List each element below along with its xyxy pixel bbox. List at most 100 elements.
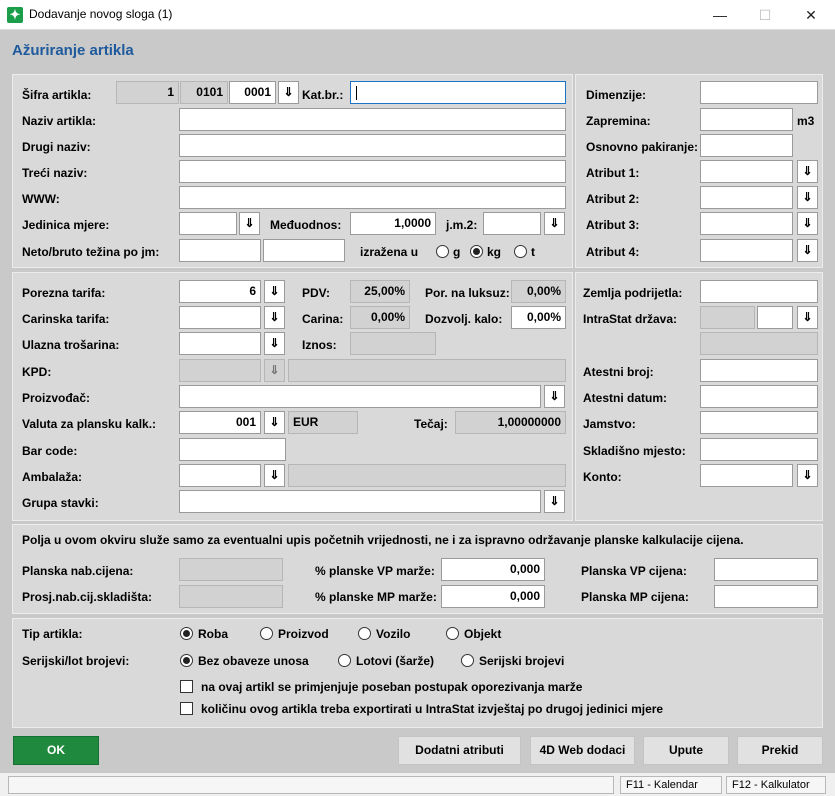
close-button[interactable]: ✕ <box>788 0 834 30</box>
dimenzije-label: Dimenzije: <box>586 88 647 102</box>
naziv-input[interactable] <box>179 108 566 131</box>
ambalaza-dropdown-icon[interactable]: ⇓ <box>264 464 285 487</box>
intrastat-dropdown-icon[interactable]: ⇓ <box>797 306 818 329</box>
atribut1-input[interactable] <box>700 160 793 183</box>
serijski-bez-radio[interactable] <box>180 654 193 667</box>
zemlja-input[interactable] <box>700 280 818 303</box>
atribut3-input[interactable] <box>700 212 793 235</box>
porezna-tarifa-input[interactable]: 6 <box>179 280 261 303</box>
porezna-tarifa-label: Porezna tarifa: <box>22 286 106 300</box>
dodatni-atributi-button[interactable]: Dodatni atributi <box>398 736 521 765</box>
valuta-name-field: EUR <box>288 411 358 434</box>
serijski-bez-label: Bez obaveze unosa <box>198 654 309 668</box>
tip-artikla-label: Tip artikla: <box>22 627 83 641</box>
jedinica-mjere-dropdown-icon[interactable]: ⇓ <box>239 212 260 235</box>
drugi-naziv-input[interactable] <box>179 134 566 157</box>
web-dodaci-button[interactable]: 4D Web dodaci <box>530 736 635 765</box>
dimenzije-input[interactable] <box>700 81 818 104</box>
atribut3-dropdown-icon[interactable]: ⇓ <box>797 212 818 235</box>
ambalaza-input[interactable] <box>179 464 261 487</box>
tecaj-label: Tečaj: <box>414 417 448 431</box>
jm2-input[interactable] <box>483 212 541 235</box>
vp-marza-input[interactable]: 0,000 <box>441 558 545 581</box>
konto-dropdown-icon[interactable]: ⇓ <box>797 464 818 487</box>
atestni-broj-label: Atestni broj: <box>583 365 654 379</box>
konto-input[interactable] <box>700 464 793 487</box>
grupa-stavki-input[interactable] <box>179 490 541 513</box>
jamstvo-input[interactable] <box>700 411 818 434</box>
proizvodjac-input[interactable] <box>179 385 541 408</box>
treci-naziv-input[interactable] <box>179 160 566 183</box>
barcode-input[interactable] <box>179 438 286 461</box>
tip-roba-radio[interactable] <box>180 627 193 640</box>
tip-objekt-label: Objekt <box>464 627 502 641</box>
jm2-dropdown-icon[interactable]: ⇓ <box>544 212 565 235</box>
atribut4-input[interactable] <box>700 239 793 262</box>
proizvodjac-label: Proizvođač: <box>22 391 91 405</box>
zapremina-input[interactable] <box>700 108 793 131</box>
mp-marza-input[interactable]: 0,000 <box>441 585 545 608</box>
intrastat-input[interactable] <box>757 306 793 329</box>
medjuodnos-label: Međuodnos: <box>270 218 342 232</box>
www-label: WWW: <box>22 192 60 206</box>
valuta-label: Valuta za plansku kalk.: <box>22 417 157 431</box>
ambalaza-description-field <box>288 464 566 487</box>
neto-tezina-input[interactable] <box>179 239 261 262</box>
sifra-dropdown-icon[interactable]: ⇓ <box>278 81 299 104</box>
maximize-button[interactable]: ☐ <box>742 0 788 30</box>
atestni-broj-input[interactable] <box>700 359 818 382</box>
proizvodjac-dropdown-icon[interactable]: ⇓ <box>544 385 565 408</box>
atribut1-label: Atribut 1: <box>586 166 640 180</box>
minimize-button[interactable]: — <box>697 0 743 30</box>
kalo-label: Dozvolj. kalo: <box>425 312 503 326</box>
unit-t-label: t <box>531 245 535 259</box>
katbr-label: Kat.br.: <box>302 88 344 102</box>
valuta-input[interactable]: 001 <box>179 411 261 434</box>
marza-oporezivanje-checkbox[interactable] <box>180 680 193 693</box>
serijski-lotovi-radio[interactable] <box>338 654 351 667</box>
drugi-naziv-label: Drugi naziv: <box>22 140 91 154</box>
tip-objekt-radio[interactable] <box>446 627 459 640</box>
grupa-stavki-label: Grupa stavki: <box>22 496 99 510</box>
unit-kg-radio[interactable] <box>470 245 483 258</box>
bruto-tezina-input[interactable] <box>263 239 345 262</box>
pakiranje-input[interactable] <box>700 134 793 157</box>
atribut2-dropdown-icon[interactable]: ⇓ <box>797 186 818 209</box>
atribut1-dropdown-icon[interactable]: ⇓ <box>797 160 818 183</box>
tip-proizvod-radio[interactable] <box>260 627 273 640</box>
ok-button[interactable]: OK <box>13 736 99 765</box>
mp-cijena-input[interactable] <box>714 585 818 608</box>
sifra-part3-field[interactable]: 0001 <box>229 81 276 104</box>
katbr-input[interactable] <box>350 81 566 104</box>
skladisno-input[interactable] <box>700 438 818 461</box>
vp-cijena-input[interactable] <box>714 558 818 581</box>
atribut4-dropdown-icon[interactable]: ⇓ <box>797 239 818 262</box>
tip-vozilo-radio[interactable] <box>358 627 371 640</box>
medjuodnos-input[interactable]: 1,0000 <box>350 212 436 235</box>
upute-button[interactable]: Upute <box>643 736 729 765</box>
valuta-dropdown-icon[interactable]: ⇓ <box>264 411 285 434</box>
atestni-datum-input[interactable] <box>700 385 818 408</box>
atribut2-input[interactable] <box>700 186 793 209</box>
kalo-input[interactable]: 0,00% <box>511 306 566 329</box>
carinska-tarifa-dropdown-icon[interactable]: ⇓ <box>264 306 285 329</box>
jedinica-mjere-input[interactable] <box>179 212 237 235</box>
konto-label: Konto: <box>583 470 622 484</box>
prekid-button[interactable]: Prekid <box>737 736 823 765</box>
grupa-stavki-dropdown-icon[interactable]: ⇓ <box>544 490 565 513</box>
status-f12[interactable]: F12 - Kalkulator <box>726 776 826 794</box>
intrastat-export-checkbox[interactable] <box>180 702 193 715</box>
zemlja-label: Zemlja podrijetla: <box>583 286 683 300</box>
sifra-part2-field: 0101 <box>180 81 228 104</box>
unit-t-radio[interactable] <box>514 245 527 258</box>
porezna-tarifa-dropdown-icon[interactable]: ⇓ <box>264 280 285 303</box>
serijski-label: Serijski/lot brojevi: <box>22 654 130 668</box>
unit-g-radio[interactable] <box>436 245 449 258</box>
trosarina-input[interactable] <box>179 332 261 355</box>
izrazena-label: izražena u <box>360 245 419 259</box>
www-input[interactable] <box>179 186 566 209</box>
status-f11[interactable]: F11 - Kalendar <box>620 776 722 794</box>
carinska-tarifa-input[interactable] <box>179 306 261 329</box>
trosarina-dropdown-icon[interactable]: ⇓ <box>264 332 285 355</box>
serijski-brojevi-radio[interactable] <box>461 654 474 667</box>
